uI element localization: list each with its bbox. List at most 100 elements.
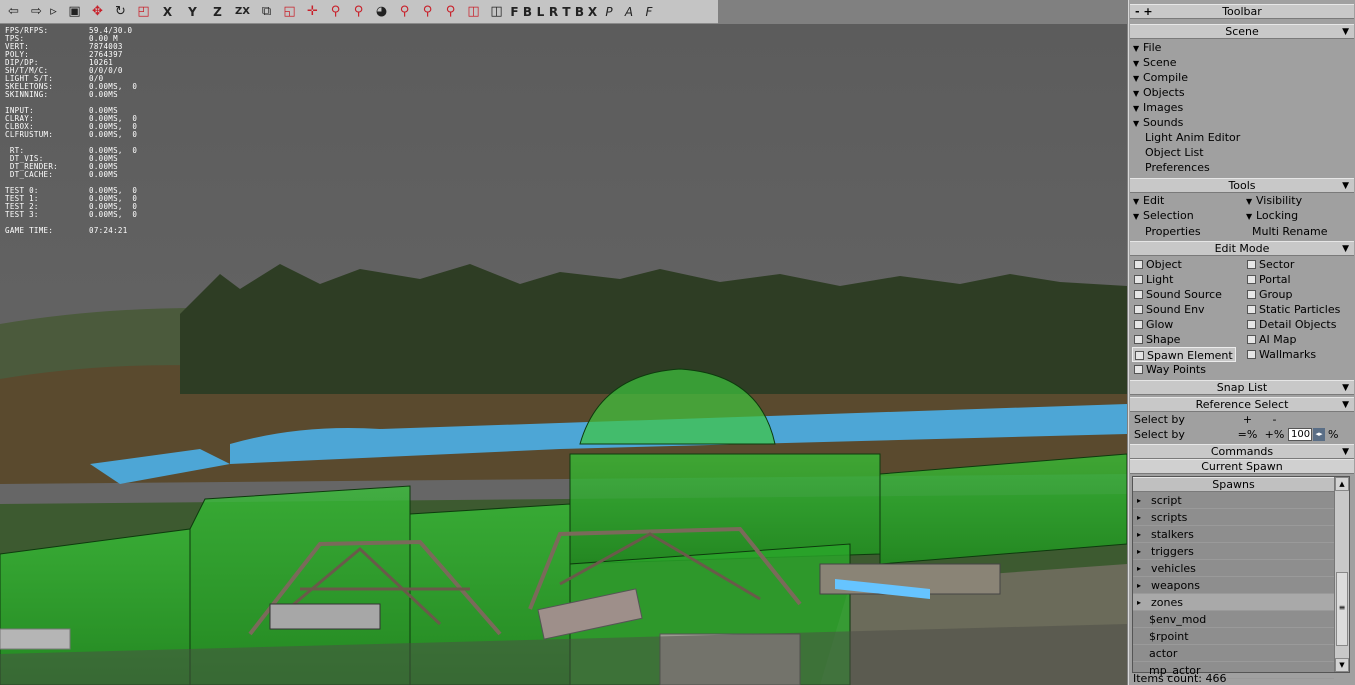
tools-selection-menu[interactable]: ▼ Selection [1129, 208, 1242, 223]
edit-mode-checkbox[interactable]: Portal [1242, 272, 1355, 287]
vertex-snap-icon[interactable]: ✛ [301, 1, 324, 23]
spawn-folder[interactable]: ▸ zones [1133, 594, 1334, 611]
toolbar-header[interactable]: - + Toolbar [1130, 4, 1354, 19]
view-back-button[interactable]: B [521, 1, 534, 23]
chevron-down-icon[interactable]: ▼ [1342, 381, 1349, 395]
expand-arrow-icon[interactable]: ▸ [1137, 577, 1141, 594]
spawn-folder[interactable]: ▸ vehicles [1133, 560, 1334, 577]
edit-mode-checkbox[interactable]: Way Points [1129, 362, 1242, 377]
checkbox-icon[interactable] [1247, 275, 1256, 284]
current-spawn-header[interactable]: Current Spawn [1130, 459, 1354, 474]
axis-z-button[interactable]: Z [205, 1, 230, 23]
tools-properties-button[interactable]: Properties [1129, 224, 1242, 239]
checkbox-icon[interactable] [1134, 365, 1143, 374]
tools-visibility-menu[interactable]: ▼ Visibility [1242, 193, 1355, 208]
scene-menu-item[interactable]: ▼ Compile [1129, 70, 1355, 85]
checkbox-icon[interactable] [1247, 290, 1256, 299]
scene-link-item[interactable]: Object List [1129, 145, 1355, 160]
edit-mode-checkbox[interactable]: Detail Objects [1242, 317, 1355, 332]
expand-arrow-icon[interactable]: ▸ [1137, 543, 1141, 560]
spawn-tree[interactable]: Spawns ▸ script ▸ scripts ▸ stalkers ▸ triggers… [1132, 476, 1350, 679]
checkbox-icon[interactable] [1134, 335, 1143, 344]
camera-fly-button[interactable]: F [639, 1, 659, 23]
scene-link-item[interactable]: Light Anim Editor [1129, 130, 1355, 145]
checkbox-icon[interactable] [1247, 260, 1256, 269]
scene-menu-item[interactable]: ▼ Scene [1129, 55, 1355, 70]
expand-arrow-icon[interactable]: ▸ [1137, 509, 1141, 526]
zoom-icon[interactable]: ◕ [370, 1, 393, 23]
edit-mode-checkbox[interactable]: Sector [1242, 257, 1355, 272]
expand-arrow-icon[interactable]: ▸ [1137, 594, 1141, 611]
rotate-icon[interactable]: ↻ [109, 1, 132, 23]
select-cursor-icon[interactable]: ▹ [48, 1, 59, 23]
checkbox-icon[interactable] [1247, 305, 1256, 314]
add-object-icon[interactable]: ▣ [63, 1, 86, 23]
snap-list-header[interactable]: Snap List ▼ [1130, 380, 1354, 395]
spawn-folder[interactable]: ▸ script [1133, 492, 1334, 509]
percent-input[interactable]: 100 [1288, 428, 1312, 441]
chevron-down-icon[interactable]: ▼ [1342, 445, 1349, 459]
snap-object-icon[interactable]: ⚲ [393, 1, 416, 23]
checkbox-icon[interactable] [1135, 351, 1144, 360]
grid-snap-icon[interactable]: ◱ [278, 1, 301, 23]
scene-link-item[interactable]: Preferences [1129, 160, 1355, 175]
tools-header[interactable]: Tools ▼ [1130, 178, 1354, 193]
scene-menu-item[interactable]: ▼ File [1129, 40, 1355, 55]
select-eq-pct-button[interactable]: =% [1234, 427, 1261, 442]
spawn-folder[interactable]: ▸ triggers [1133, 543, 1334, 560]
magnet-icon[interactable]: ⚲ [324, 1, 347, 23]
spawn-folder[interactable]: ▸ scripts [1133, 509, 1334, 526]
view-right-button[interactable]: R [547, 1, 560, 23]
edit-mode-checkbox[interactable]: Spawn Element [1132, 347, 1236, 362]
scene-menu-item[interactable]: ▼ Images [1129, 100, 1355, 115]
spawn-item[interactable]: $rpoint [1133, 628, 1334, 645]
scroll-down-icon[interactable]: ▼ [1335, 658, 1349, 672]
select-by-plus-button[interactable]: + [1234, 412, 1261, 427]
camera-plane-button[interactable]: P [599, 1, 619, 23]
3d-viewport[interactable]: FPS/RFPS: 59.4/30.0 TPS: 0.00 M VERT: 7874003… [0, 24, 1127, 685]
view-front-button[interactable]: F [508, 1, 521, 23]
view-reset-button[interactable]: X [586, 1, 599, 23]
checkbox-icon[interactable] [1247, 350, 1256, 359]
scene-menu-item[interactable]: ▼ Objects [1129, 85, 1355, 100]
edit-mode-header[interactable]: Edit Mode ▼ [1130, 241, 1354, 256]
axis-y-button[interactable]: Y [180, 1, 205, 23]
commands-header[interactable]: Commands ▼ [1130, 444, 1354, 459]
edit-mode-checkbox[interactable]: Group [1242, 287, 1355, 302]
edit-mode-checkbox[interactable]: Object [1129, 257, 1242, 272]
spawn-scrollbar[interactable]: ▲ ≡ ▼ [1334, 477, 1349, 672]
view-bottom-button[interactable]: B [573, 1, 586, 23]
chevron-down-icon[interactable]: ▼ [1342, 242, 1349, 256]
spin-arrows-icon[interactable]: ◂▸ [1313, 428, 1325, 441]
expand-arrow-icon[interactable]: ▸ [1137, 492, 1141, 509]
scroll-thumb[interactable]: ≡ [1336, 572, 1348, 646]
scene-header[interactable]: Scene ▼ [1130, 24, 1354, 39]
chevron-down-icon[interactable]: ▼ [1342, 25, 1349, 39]
chevron-down-icon[interactable]: ▼ [1342, 179, 1349, 193]
axis-zx-button[interactable]: ZX [230, 1, 255, 23]
zoom-selected-icon[interactable]: ◫ [485, 1, 508, 23]
checkbox-icon[interactable] [1247, 335, 1256, 344]
zoom-extents-icon[interactable]: ◫ [462, 1, 485, 23]
edit-mode-checkbox[interactable]: AI Map [1242, 332, 1355, 347]
spawn-item[interactable]: $env_mod [1133, 611, 1334, 628]
expand-arrow-icon[interactable]: ▸ [1137, 526, 1141, 543]
edit-mode-checkbox[interactable]: Sound Env [1129, 302, 1242, 317]
edit-mode-checkbox[interactable]: Static Particles [1242, 302, 1355, 317]
chevron-down-icon[interactable]: ▼ [1342, 398, 1349, 412]
tools-locking-menu[interactable]: ▼ Locking [1242, 208, 1355, 223]
nsnap-icon[interactable]: ⧉ [255, 1, 278, 23]
edit-mode-checkbox[interactable]: Sound Source [1129, 287, 1242, 302]
view-left-button[interactable]: L [534, 1, 547, 23]
camera-arcball-button[interactable]: A [619, 1, 639, 23]
edit-mode-checkbox[interactable]: Wallmarks [1242, 347, 1355, 362]
snap-angle-icon[interactable]: ⚲ [439, 1, 462, 23]
checkbox-icon[interactable] [1247, 320, 1256, 329]
checkbox-icon[interactable] [1134, 320, 1143, 329]
magnet-object-icon[interactable]: ⚲ [347, 1, 370, 23]
tools-edit-menu[interactable]: ▼ Edit [1129, 193, 1242, 208]
spawn-folder[interactable]: ▸ weapons [1133, 577, 1334, 594]
expand-arrow-icon[interactable]: ▸ [1137, 560, 1141, 577]
scene-menu-item[interactable]: ▼ Sounds [1129, 115, 1355, 130]
reference-select-header[interactable]: Reference Select ▼ [1130, 397, 1354, 412]
